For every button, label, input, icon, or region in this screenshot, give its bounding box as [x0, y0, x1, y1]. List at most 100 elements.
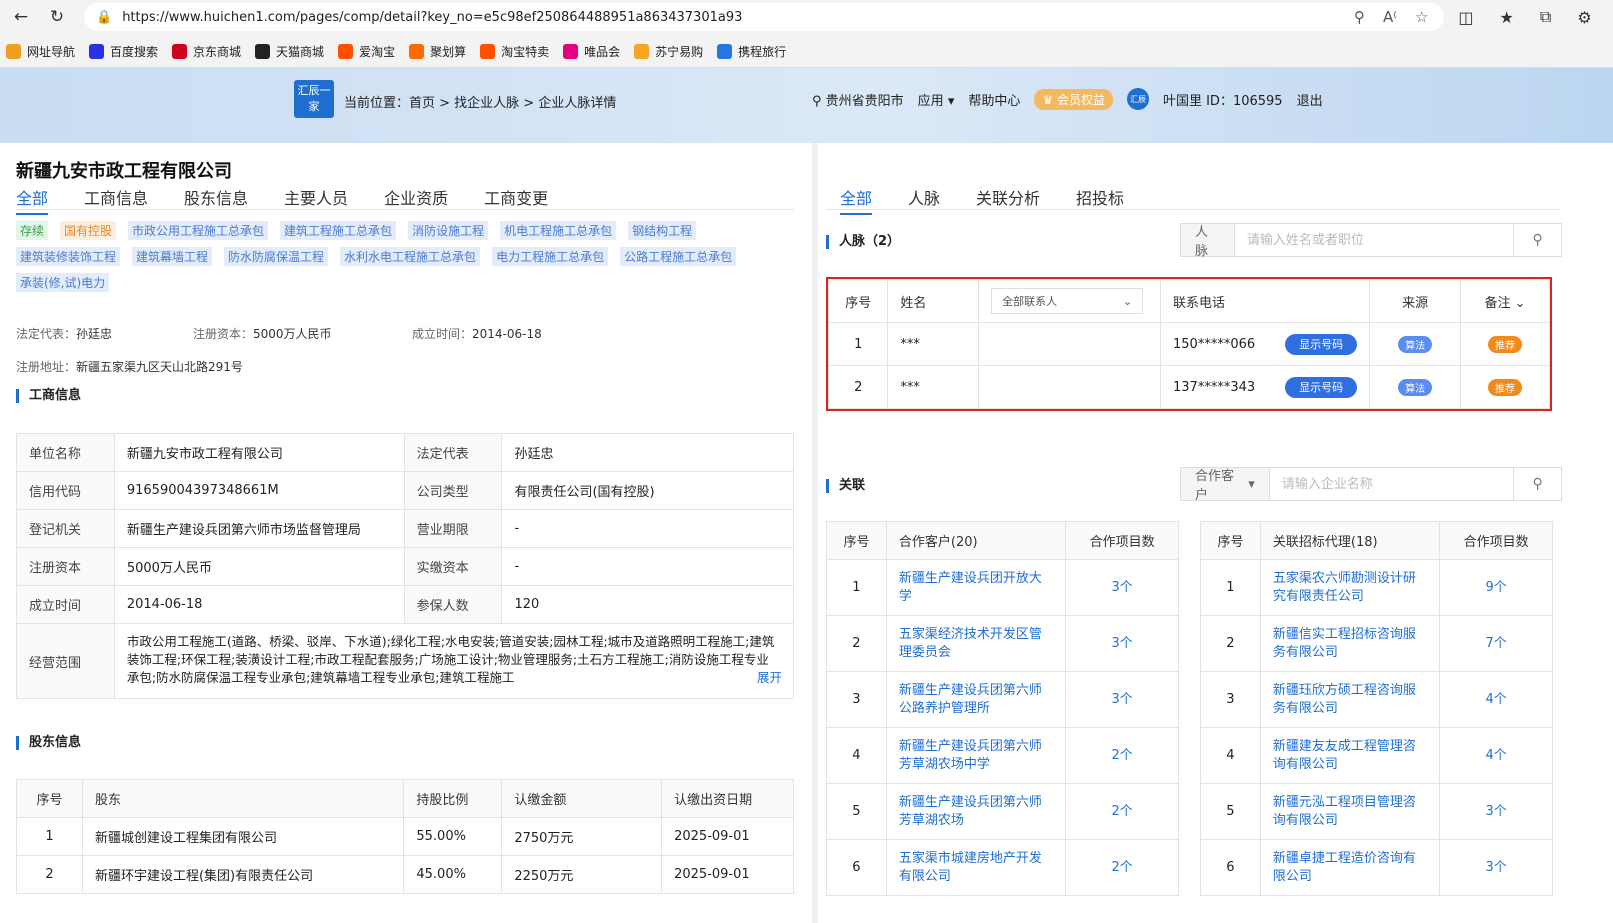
bookmark-item[interactable]: 携程旅行 [717, 43, 786, 60]
location-link[interactable]: ⚲ 贵州省贵阳市 [812, 90, 904, 109]
vip-button[interactable]: ♛ 会员权益 [1034, 88, 1113, 110]
legal-rep-label: 法定代表： [16, 327, 77, 341]
extensions-icon[interactable]: ⚙ [1577, 8, 1591, 27]
bookmark-item[interactable]: 苏宁易购 [634, 43, 703, 60]
client-link[interactable]: 新疆生产建设兵团第六师芳草湖农场 [885, 783, 1067, 840]
agent-link[interactable]: 新疆卓捷工程造价咨询有限公司 [1259, 839, 1441, 896]
zoom-icon[interactable]: ⚲ [1354, 8, 1365, 26]
address-line: 注册地址：新疆五家渠九区天山北路291号 [16, 358, 243, 375]
bookmark-item[interactable]: 唯品会 [563, 43, 620, 60]
client-link[interactable]: 五家渠经济技术开发区管理委员会 [885, 615, 1067, 672]
tab-relation-analysis[interactable]: 关联分析 [976, 185, 1040, 215]
project-count-link[interactable]: 9个 [1439, 559, 1553, 616]
tab-shareholders[interactable]: 股东信息 [184, 185, 248, 215]
contacts-search-input[interactable] [1234, 224, 1514, 256]
contact-filter-select[interactable]: 全部联系人 ⌄ [991, 288, 1144, 314]
show-number-button[interactable]: 显示号码 [1285, 334, 1358, 355]
project-count-link[interactable]: 3个 [1065, 671, 1179, 728]
company-tag: 防水防腐保温工程 [224, 247, 329, 266]
project-count-link[interactable]: 2个 [1065, 783, 1179, 840]
reg-capital-value: 5000万人民币 [253, 327, 332, 341]
founded-label: 成立时间： [412, 327, 473, 341]
address-label: 注册地址： [16, 360, 77, 374]
table-row: 1 *** 150*****066 显示号码 算法 推荐 [827, 322, 1550, 366]
contact-phone-cell: 137*****343 显示号码 [1159, 365, 1371, 409]
read-aloud-icon[interactable]: A⁽ [1383, 8, 1397, 26]
avatar[interactable]: 汇辰 [1126, 88, 1149, 110]
site-header: 汇辰一家 当前位置：首页 > 找企业人脉 > 企业人脉详情 ⚲ 贵州省贵阳市 应… [0, 68, 1613, 143]
project-count-link[interactable]: 3个 [1065, 615, 1179, 672]
project-count-link[interactable]: 4个 [1439, 671, 1553, 728]
chevron-down-icon: ⌄ [1514, 295, 1526, 311]
back-icon[interactable]: ← [8, 4, 34, 30]
bookmark-item[interactable]: 聚划算 [409, 43, 466, 60]
apps-menu[interactable]: 应用 ▾ [918, 90, 955, 109]
table-row: 1 新疆生产建设兵团开放大学 3个 [826, 559, 1179, 616]
project-count-link[interactable]: 7个 [1439, 615, 1553, 672]
split-screen-icon[interactable]: ◫ [1458, 8, 1473, 27]
project-count-link[interactable]: 2个 [1065, 839, 1179, 896]
tab-all[interactable]: 全部 [16, 185, 49, 215]
tab-qualifications[interactable]: 企业资质 [384, 185, 448, 215]
show-number-button[interactable]: 显示号码 [1285, 377, 1358, 398]
business-info-title: 工商信息 [16, 389, 81, 403]
table-row: 单位名称 新疆九安市政工程有限公司 法定代表 孙廷忠 [16, 433, 794, 472]
bookmark-item[interactable]: 天猫商城 [255, 43, 324, 60]
client-link[interactable]: 五家渠市城建房地产开发有限公司 [885, 839, 1067, 896]
contacts-search-prefix: 人脉 [1181, 224, 1235, 259]
project-count-link[interactable]: 3个 [1439, 839, 1553, 896]
company-tag: 钢结构工程 [628, 221, 697, 240]
expand-link[interactable]: 展开 [753, 667, 783, 686]
bookmark-item[interactable]: 网址导航 [6, 43, 75, 60]
tab-changes[interactable]: 工商变更 [484, 185, 548, 215]
address-bar[interactable]: 🔒 https://www.huichen1.com/pages/comp/de… [84, 3, 1444, 31]
client-link[interactable]: 新疆生产建设兵团第六师公路养护管理所 [885, 671, 1067, 728]
client-link[interactable]: 新疆生产建设兵团第六师芳草湖农场中学 [885, 727, 1067, 784]
project-count-link[interactable]: 3个 [1439, 783, 1553, 840]
agent-link[interactable]: 新疆元泓工程项目管理咨询有限公司 [1259, 783, 1441, 840]
tab-bidding[interactable]: 招投标 [1076, 185, 1124, 215]
project-count-link[interactable]: 3个 [1065, 559, 1179, 616]
clients-table: 序号 合作客户(20) 合作项目数 1 新疆生产建设兵团开放大学 3个 2 五家渠经济技术开… [826, 521, 1179, 896]
bookmark-icon [172, 43, 188, 59]
agent-link[interactable]: 五家渠农六师勘测设计研究有限责任公司 [1259, 559, 1441, 616]
table-cell: 2250万元 [501, 855, 663, 894]
col-no: 序号 [827, 279, 889, 323]
bookmark-icon [717, 43, 733, 59]
search-icon[interactable]: ⚲ [1513, 468, 1561, 500]
contact-phone: 137*****343 [1173, 380, 1256, 395]
table-cell: 新疆环宇建设工程(集团)有限责任公司 [81, 855, 405, 894]
company-tabs: 全部 工商信息 股东信息 主要人员 企业资质 工商变更 [16, 185, 548, 215]
col-filter: 全部联系人 ⌄ [978, 279, 1161, 323]
table-row: 注册资本 5000万人民币 实缴资本 - [16, 547, 794, 586]
client-link[interactable]: 新疆生产建设兵团开放大学 [885, 559, 1067, 616]
relation-search-prefix[interactable]: 合作客户 ▾ [1181, 468, 1270, 503]
project-count-link[interactable]: 4个 [1439, 727, 1553, 784]
site-logo[interactable]: 汇辰一家 [294, 80, 334, 118]
favorite-star-icon[interactable]: ☆ [1415, 8, 1428, 26]
relation-search-input[interactable] [1269, 468, 1514, 500]
collections-icon[interactable]: ⧉ [1540, 7, 1551, 27]
col-note[interactable]: 备注 ⌄ [1460, 279, 1550, 323]
search-icon[interactable]: ⚲ [1513, 224, 1561, 256]
project-count-link[interactable]: 2个 [1065, 727, 1179, 784]
tab-right-all[interactable]: 全部 [840, 185, 873, 215]
reload-icon[interactable]: ↻ [44, 4, 70, 30]
agent-link[interactable]: 新疆建友友成工程管理咨询有限公司 [1259, 727, 1441, 784]
field-value: 孙廷忠 [501, 433, 794, 472]
tab-key-people[interactable]: 主要人员 [284, 185, 348, 215]
help-link[interactable]: 帮助中心 [968, 90, 1020, 109]
bookmark-item[interactable]: 淘宝特卖 [480, 43, 549, 60]
favorites-icon[interactable]: ★ [1500, 8, 1514, 27]
bookmark-item[interactable]: 爱淘宝 [338, 43, 395, 60]
table-header: 序号 股东 持股比例 认缴金额 认缴出资日期 [16, 779, 794, 818]
tab-contacts[interactable]: 人脉 [908, 185, 940, 215]
agent-link[interactable]: 新疆珏欣方硕工程咨询服务有限公司 [1259, 671, 1441, 728]
bookmark-item[interactable]: 百度搜索 [89, 43, 158, 60]
agent-link[interactable]: 新疆信实工程招标咨询服务有限公司 [1259, 615, 1441, 672]
logout-link[interactable]: 退出 [1297, 90, 1323, 109]
bookmark-item[interactable]: 京东商城 [172, 43, 241, 60]
tab-business-info[interactable]: 工商信息 [84, 185, 148, 215]
field-label: 实缴资本 [403, 547, 503, 586]
contact-note-cell: 推荐 [1460, 322, 1550, 366]
